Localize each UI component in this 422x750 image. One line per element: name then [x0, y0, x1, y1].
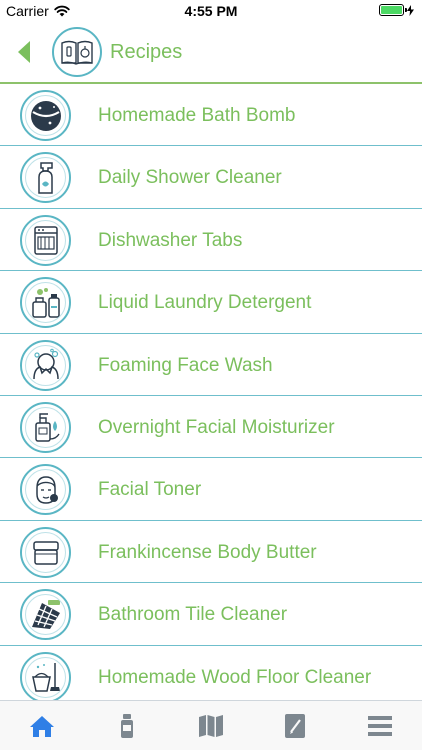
list-item-facial-toner[interactable]: Facial Toner — [0, 458, 422, 521]
list-item-bathroom-tile-cleaner[interactable]: Bathroom Tile Cleaner — [0, 583, 422, 646]
bottle-icon — [120, 713, 133, 738]
list-item-label: Facial Toner — [98, 479, 202, 501]
chevron-left-icon — [18, 41, 30, 63]
menu-icon — [367, 715, 392, 736]
list-item-label: Overnight Facial Moisturizer — [98, 416, 335, 438]
list-item-foaming-face-wash[interactable]: Foaming Face Wash — [0, 334, 422, 396]
list-item-label: Homemade Wood Floor Cleaner — [98, 666, 372, 688]
map-icon — [199, 714, 224, 737]
dishwasher-icon — [20, 214, 71, 266]
spray-bottle-icon — [20, 152, 71, 204]
recipe-list[interactable]: Homemade Bath Bomb Daily Shower Cleaner — [0, 84, 422, 700]
mop-bucket-icon — [20, 651, 71, 700]
tile-cleaner-icon — [20, 589, 71, 641]
tab-menu[interactable] — [338, 701, 422, 750]
battery-fill — [381, 6, 402, 14]
battery-icon — [379, 4, 407, 16]
list-item-label: Homemade Bath Bomb — [98, 105, 296, 126]
list-item-label: Bathroom Tile Cleaner — [98, 604, 288, 626]
nav-header: Recipes — [0, 22, 422, 84]
list-item-label: Dishwasher Tabs — [98, 229, 243, 251]
body-butter-jar-icon — [20, 526, 71, 578]
list-item-label: Foaming Face Wash — [98, 354, 273, 376]
status-right — [379, 4, 414, 16]
list-item-homemade-wood-floor-cleaner[interactable]: Homemade Wood Floor Cleaner — [0, 646, 422, 700]
notebook-icon — [285, 713, 306, 738]
recipe-book-icon — [52, 27, 102, 77]
face-wash-icon — [20, 339, 71, 391]
list-item-daily-shower-cleaner[interactable]: Daily Shower Cleaner — [0, 146, 422, 209]
list-item-frankincense-body-butter[interactable]: Frankincense Body Butter — [0, 521, 422, 584]
list-item-liquid-laundry-detergent[interactable]: Liquid Laundry Detergent — [0, 271, 422, 334]
list-item-label: Frankincense Body Butter — [98, 541, 317, 563]
tab-bar — [0, 700, 422, 750]
list-item-label: Daily Shower Cleaner — [98, 167, 282, 189]
list-item-label: Liquid Laundry Detergent — [98, 292, 312, 314]
tab-home[interactable] — [0, 701, 84, 750]
status-time: 4:55 PM — [184, 3, 238, 19]
facial-toner-icon — [20, 464, 71, 516]
back-button[interactable] — [12, 39, 36, 65]
home-icon — [30, 715, 55, 737]
tab-notebook[interactable] — [253, 701, 337, 750]
list-item-overnight-facial-moisturizer[interactable]: Overnight Facial Moisturizer — [0, 396, 422, 459]
tab-bottle[interactable] — [84, 701, 168, 750]
list-item-homemade-bath-bomb[interactable]: Homemade Bath Bomb — [0, 84, 422, 147]
page-title: Recipes — [110, 41, 183, 63]
charging-bolt-icon — [407, 4, 414, 16]
bath-bomb-icon — [20, 90, 71, 141]
list-item-dishwasher-tabs[interactable]: Dishwasher Tabs — [0, 209, 422, 272]
status-bar: Carrier 4:55 PM — [0, 0, 422, 22]
laundry-detergent-icon — [20, 277, 71, 329]
moisturizer-bottle-icon — [20, 401, 71, 453]
tab-map[interactable] — [169, 701, 253, 750]
